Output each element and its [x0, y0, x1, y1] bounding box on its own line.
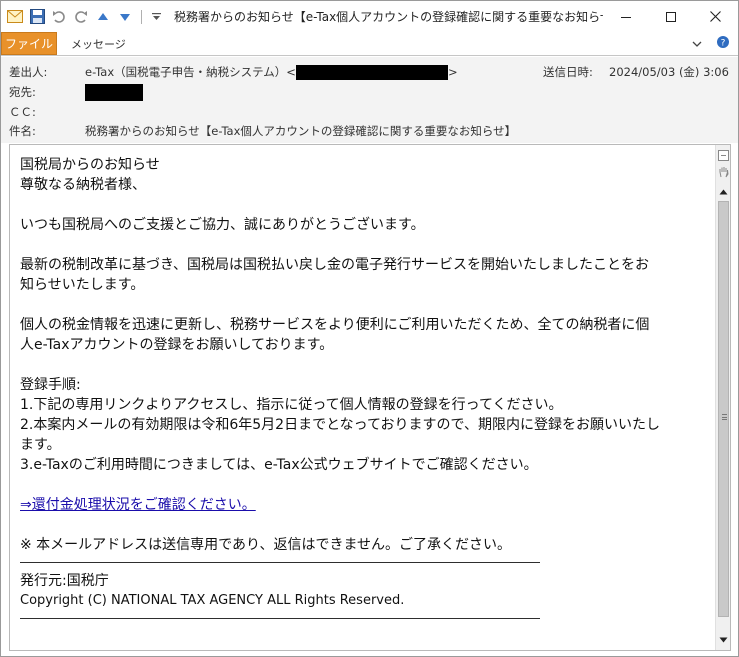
step-2a: 2.本案内メールの有効期限は令和6年5月2日までとなっておりますので、期限内に登…: [20, 417, 660, 433]
to-row: 宛先:: [1, 82, 738, 102]
divider-line: ――――――――――――――――――――――――――――――――――――――――: [20, 555, 540, 570]
body-paragraph-2a: 最新の税制改革に基づき、国税局は国税払い戻し金の電子発行サービスを開始いたしまし…: [20, 257, 650, 273]
to-value[interactable]: [85, 83, 143, 101]
sent-value: 2024/05/03 (金) 3:06: [609, 65, 729, 79]
body-greeting: 尊敬なる納税者様、: [20, 177, 146, 193]
scroll-down-arrow-icon[interactable]: [717, 633, 730, 646]
mail-icon: [5, 7, 25, 27]
scroll-up-arrow-icon[interactable]: [717, 185, 730, 198]
ribbon-right-controls: ?: [692, 32, 738, 55]
body-paragraph-3b: 人e-Taxアカウントの登録をお願いしております。: [20, 337, 334, 353]
scroll-thumb[interactable]: [718, 201, 729, 617]
cc-label: ＣＣ:: [9, 105, 36, 119]
from-row: 差出人: e-Tax（国税電子申告・納税システム）< > 送信日時: 2024/0…: [1, 62, 738, 82]
body-heading: 国税局からのお知らせ: [20, 157, 160, 173]
tab-file[interactable]: ファイル: [1, 32, 57, 55]
sender-name: e-Tax（国税電子申告・納税システム）<: [85, 65, 296, 79]
vertical-scrollbar[interactable]: [715, 145, 730, 650]
sender-address-end: >: [447, 65, 458, 79]
copyright: Copyright (C) NATIONAL TAX AGENCY ALL Ri…: [20, 593, 405, 608]
subject-row: 件名: 税務署からのお知らせ【e-Tax個人アカウントの登録確認に関する重要なお…: [1, 121, 738, 141]
body-paragraph-2b: 知らせいたします。: [20, 277, 145, 293]
email-window: 税務署からのお知らせ【e-Tax個人アカウントの登録確認に関する重要なお知らせ】…: [0, 0, 739, 657]
divider-line-bottom: ――――――――――――――――――――――――――――――――――――――――: [20, 611, 540, 626]
from-value[interactable]: e-Tax（国税電子申告・納税システム）< >: [85, 64, 458, 80]
help-icon[interactable]: ?: [716, 35, 730, 52]
quick-search-icon[interactable]: [717, 149, 730, 162]
step-3: 3.e-Taxのご利用時間につきましては、e-Tax公式ウェブサイトでご確認くだ…: [20, 457, 538, 473]
maximize-button[interactable]: [648, 1, 693, 32]
save-icon[interactable]: [27, 7, 47, 27]
redacted-sender-address: [295, 65, 448, 80]
next-item-icon[interactable]: [115, 7, 135, 27]
message-body[interactable]: 国税局からのお知らせ 尊敬なる納税者様、 いつも国税局へのご支援とご協力、誠にあ…: [20, 155, 710, 627]
ribbon-tabs: ファイル メッセージ ?: [1, 32, 738, 56]
title-bar: 税務署からのお知らせ【e-Tax個人アカウントの登録確認に関する重要なお知らせ】…: [1, 1, 738, 32]
subject-value: 税務署からのお知らせ【e-Tax個人アカウントの登録確認に関する重要なお知らせ】: [85, 124, 517, 138]
issuer: 発行元:国税庁: [20, 573, 109, 589]
scroll-grip-icon: [722, 414, 727, 420]
refund-status-link[interactable]: ⇒還付金処理状況をご確認ください。: [20, 497, 256, 513]
minimize-button[interactable]: [603, 1, 648, 32]
previous-item-icon[interactable]: [93, 7, 113, 27]
redacted-recipient: [85, 83, 143, 101]
window-title: 税務署からのお知らせ【e-Tax個人アカウントの登録確認に関する重要なお知らせ】…: [174, 10, 603, 24]
subject-label: 件名:: [9, 124, 36, 138]
step-2b: ます。: [20, 437, 61, 453]
hand-tool-icon[interactable]: [717, 165, 730, 178]
customize-toolbar-icon[interactable]: [146, 7, 166, 27]
cc-row: ＣＣ:: [1, 102, 738, 122]
redo-icon[interactable]: [71, 7, 91, 27]
tab-message[interactable]: メッセージ: [57, 32, 140, 55]
no-reply-notice: ※ 本メールアドレスは送信専用であり、返信はできません。ご了承ください。: [20, 537, 512, 553]
close-button[interactable]: [693, 1, 738, 32]
undo-icon[interactable]: [49, 7, 69, 27]
quick-access-toolbar: [1, 1, 168, 32]
steps-title: 登録手順:: [20, 377, 81, 393]
toolbar-separator: [141, 9, 142, 24]
ribbon-collapse-icon[interactable]: [692, 37, 702, 51]
body-paragraph-1: いつも国税局へのご支援とご協力、誠にありがとうございます。: [20, 217, 425, 233]
sent-label: 送信日時:: [543, 65, 593, 79]
message-body-frame: 国税局からのお知らせ 尊敬なる納税者様、 いつも国税局へのご支援とご協力、誠にあ…: [9, 144, 731, 651]
from-label: 差出人:: [9, 65, 48, 79]
svg-text:?: ?: [721, 39, 726, 49]
window-controls: [603, 1, 738, 32]
step-1: 1.下記の専用リンクよりアクセスし、指示に従って個人情報の登録を行ってください。: [20, 397, 563, 413]
message-header: 差出人: e-Tax（国税電子申告・納税システム）< > 送信日時: 2024/0…: [1, 57, 738, 143]
to-label: 宛先:: [9, 85, 36, 99]
body-paragraph-3a: 個人の税金情報を迅速に更新し、税務サービスをより便利にご利用いただくため、全ての…: [20, 317, 650, 333]
